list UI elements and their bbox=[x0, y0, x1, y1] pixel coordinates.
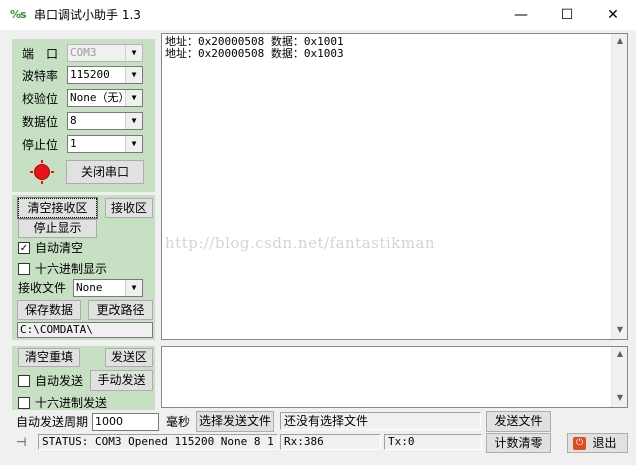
scroll-down-arrow-icon[interactable]: ▼ bbox=[612, 393, 628, 402]
baud-value: 115200 bbox=[70, 68, 110, 81]
rx-counter: Rx:386 bbox=[280, 434, 381, 450]
pin-icon: ⊣ bbox=[16, 435, 27, 449]
chevron-down-icon: ▼ bbox=[125, 136, 142, 152]
stopbits-value: 1 bbox=[70, 137, 77, 150]
watermark-text: http://blog.csdn.net/fantastikman bbox=[165, 234, 436, 252]
window-title: 串口调试小助手 1.3 bbox=[34, 8, 141, 22]
reset-send-button[interactable]: 清空重填 bbox=[18, 348, 80, 367]
toggle-port-button[interactable]: 关闭串口 bbox=[66, 160, 144, 184]
databits-select[interactable]: 8 ▼ bbox=[67, 112, 143, 130]
auto-clear-label: 自动清空 bbox=[35, 241, 84, 255]
auto-send-checkbox[interactable] bbox=[18, 375, 30, 387]
parity-select[interactable]: None（无） ▼ bbox=[67, 89, 143, 107]
exit-label: 退出 bbox=[592, 436, 617, 450]
hex-send-label: 十六进制发送 bbox=[35, 396, 108, 410]
scroll-up-arrow-icon[interactable]: ▲ bbox=[612, 349, 628, 358]
counter-clear-button[interactable]: 计数清零 bbox=[486, 433, 551, 453]
port-status-led-icon bbox=[30, 160, 54, 184]
chevron-down-icon: ▼ bbox=[125, 113, 142, 129]
stopbits-label: 停止位 bbox=[22, 138, 59, 152]
choose-send-file-button[interactable]: 选择发送文件 bbox=[196, 411, 274, 432]
receive-scrollbar[interactable]: ▲ ▼ bbox=[611, 34, 627, 339]
maximize-button[interactable]: ☐ bbox=[544, 0, 590, 30]
baud-select[interactable]: 115200 ▼ bbox=[67, 66, 143, 84]
chevron-down-icon: ▼ bbox=[125, 67, 142, 83]
auto-clear-checkbox[interactable]: ✓ bbox=[18, 242, 30, 254]
chevron-down-icon: ▼ bbox=[125, 45, 142, 61]
chevron-down-icon: ▼ bbox=[125, 90, 142, 106]
baud-label: 波特率 bbox=[22, 69, 59, 83]
receive-file-label: 接收文件 bbox=[18, 281, 67, 295]
power-icon: ⏻ bbox=[573, 437, 586, 450]
title-bar[interactable]: %s 串口调试小助手 1.3 — ☐ ✕ bbox=[0, 0, 636, 30]
receive-file-select[interactable]: None ▼ bbox=[73, 279, 143, 297]
databits-value: 8 bbox=[70, 114, 77, 127]
stopbits-select[interactable]: 1 ▼ bbox=[67, 135, 143, 153]
send-period-input[interactable]: 1000 bbox=[92, 413, 159, 431]
exit-button[interactable]: ⏻ 退出 bbox=[567, 433, 628, 453]
chevron-down-icon: ▼ bbox=[125, 280, 142, 296]
scroll-down-arrow-icon[interactable]: ▼ bbox=[612, 325, 628, 334]
receive-area-button[interactable]: 接收区 bbox=[105, 198, 153, 218]
tx-counter: Tx:0 bbox=[384, 434, 482, 450]
send-area-button[interactable]: 发送区 bbox=[105, 348, 153, 367]
hex-send-checkbox[interactable] bbox=[18, 397, 30, 409]
status-text: STATUS: COM3 Opened 115200 None 8 1 bbox=[38, 434, 278, 450]
app-logo-icon: %s bbox=[10, 8, 27, 21]
send-file-status: 还没有选择文件 bbox=[280, 412, 481, 430]
scroll-up-arrow-icon[interactable]: ▲ bbox=[612, 36, 628, 45]
hex-display-label: 十六进制显示 bbox=[35, 262, 108, 276]
receive-textarea[interactable]: 地址：0x20000508 数据：0x1001 地址：0x20000508 数据… bbox=[161, 33, 628, 340]
manual-send-button[interactable]: 手动发送 bbox=[90, 370, 153, 391]
port-label: 端 口 bbox=[22, 47, 59, 61]
send-scrollbar[interactable]: ▲ ▼ bbox=[611, 347, 627, 407]
clear-receive-button[interactable]: 清空接收区 bbox=[17, 197, 98, 219]
minimize-button[interactable]: — bbox=[498, 0, 544, 30]
save-path-field: C:\COMDATA\ bbox=[17, 322, 153, 338]
parity-label: 校验位 bbox=[22, 92, 59, 106]
app-window: %s 串口调试小助手 1.3 — ☐ ✕ 端 口 COM3 ▼ 波特率 1152… bbox=[0, 0, 636, 465]
port-value: COM3 bbox=[70, 46, 97, 59]
port-select[interactable]: COM3 ▼ bbox=[67, 44, 143, 62]
ms-label: 毫秒 bbox=[166, 415, 191, 429]
databits-label: 数据位 bbox=[22, 115, 59, 129]
auto-send-label: 自动发送 bbox=[35, 374, 84, 388]
save-data-button[interactable]: 保存数据 bbox=[17, 300, 81, 320]
change-path-button[interactable]: 更改路径 bbox=[88, 300, 153, 320]
stop-display-button[interactable]: 停止显示 bbox=[18, 219, 97, 238]
close-button[interactable]: ✕ bbox=[590, 0, 636, 30]
hex-display-checkbox[interactable] bbox=[18, 263, 30, 275]
send-textarea[interactable]: ▲ ▼ bbox=[161, 346, 628, 408]
receive-file-value: None bbox=[76, 281, 103, 294]
parity-value: None（无） bbox=[70, 91, 130, 104]
receive-line: 地址：0x20000508 数据：0x1003 bbox=[165, 47, 344, 60]
send-file-button[interactable]: 发送文件 bbox=[486, 411, 551, 432]
send-period-label: 自动发送周期 bbox=[16, 415, 89, 429]
